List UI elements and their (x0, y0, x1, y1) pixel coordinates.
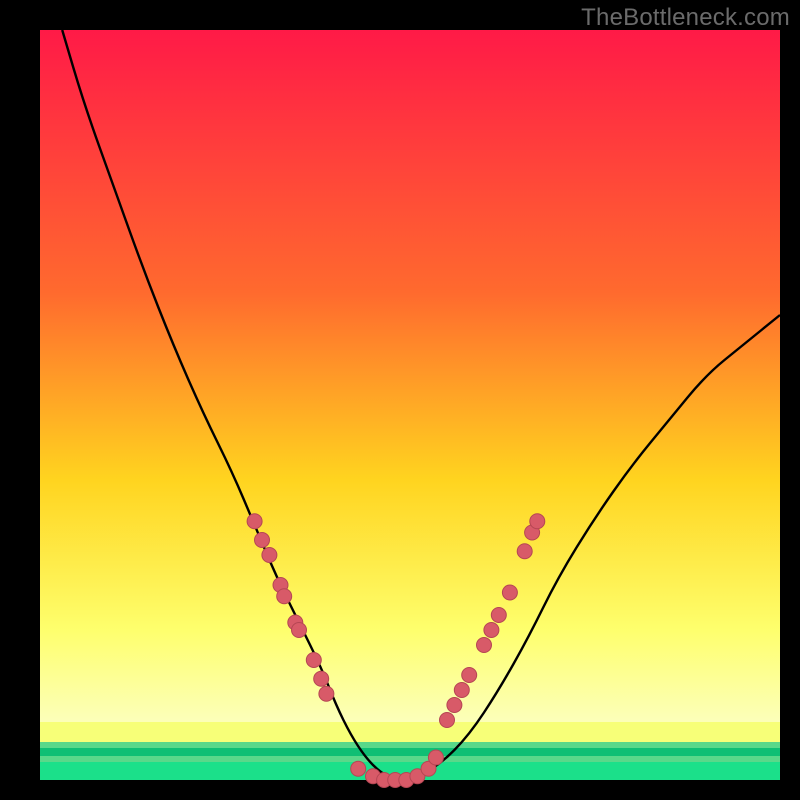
data-dot (277, 589, 292, 604)
data-dot (491, 608, 506, 623)
data-dot (428, 750, 443, 765)
data-dot (255, 533, 270, 548)
data-dot (502, 585, 517, 600)
data-dot (454, 683, 469, 698)
data-dot (440, 713, 455, 728)
data-dot (351, 761, 366, 776)
data-dot (447, 698, 462, 713)
data-dot (319, 686, 334, 701)
green-strip-3 (40, 756, 780, 762)
green-strip-2 (40, 748, 780, 756)
data-dot (484, 623, 499, 638)
data-dot (262, 548, 277, 563)
plot-area (40, 30, 780, 780)
green-strip-1 (40, 742, 780, 748)
yellow-strip (40, 722, 780, 742)
watermark-text: TheBottleneck.com (581, 4, 790, 32)
data-dot (477, 638, 492, 653)
data-dot (247, 514, 262, 529)
data-dot (292, 623, 307, 638)
chart-svg (40, 30, 780, 780)
data-dot (517, 544, 532, 559)
gradient-bg (40, 30, 780, 780)
data-dot (462, 668, 477, 683)
data-dot (306, 653, 321, 668)
data-dot (314, 671, 329, 686)
chart-root: TheBottleneck.com (0, 0, 800, 800)
data-dot (530, 514, 545, 529)
